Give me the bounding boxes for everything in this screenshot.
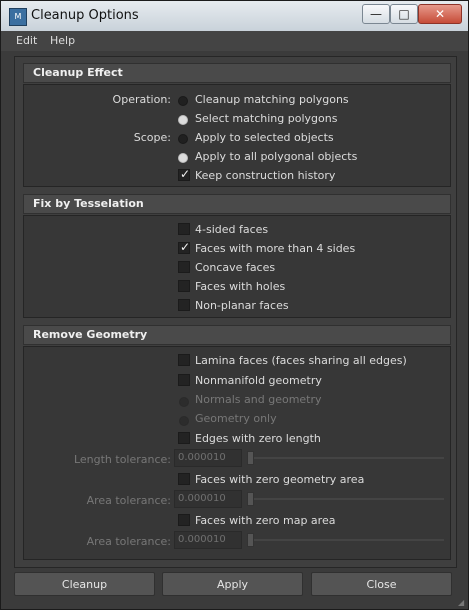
area-tolerance-label: Area tolerance: (86, 494, 171, 507)
action-button-bar: Cleanup Apply Close (14, 572, 455, 596)
resize-grip-icon[interactable]: ◢ (458, 598, 466, 607)
scope-all-radio[interactable] (178, 153, 188, 163)
map-area-tolerance-label: Area tolerance: (86, 535, 171, 548)
maximize-icon: □ (398, 7, 410, 21)
fix-tesselation-header[interactable]: Fix by Tesselation (23, 194, 451, 214)
options-panel: Cleanup Effect Operation: Cleanup matchi… (14, 56, 457, 568)
faces-zero-geo-checkbox[interactable] (178, 473, 190, 485)
close-button[interactable]: Close (311, 572, 452, 596)
faces-holes-checkbox[interactable] (178, 280, 190, 292)
operation-select-label: Select matching polygons (195, 112, 338, 125)
length-tolerance-label: Length tolerance: (73, 453, 171, 466)
keep-history-label: Keep construction history (195, 169, 336, 182)
edges-zero-checkbox[interactable] (178, 432, 190, 444)
maximize-button[interactable]: □ (390, 4, 418, 24)
menu-item-edit[interactable]: Edit (16, 34, 37, 47)
area-slider-handle[interactable] (247, 492, 254, 506)
lamina-label: Lamina faces (faces sharing all edges) (195, 354, 407, 367)
operation-label: Operation: (112, 93, 171, 106)
length-tolerance-input[interactable]: 0.000010 (174, 449, 242, 467)
window-title: Cleanup Options (31, 8, 139, 23)
area-tolerance-input[interactable]: 0.000010 (174, 490, 242, 508)
normals-geometry-radio[interactable] (179, 397, 189, 407)
cleanup-effect-title: Cleanup Effect (33, 66, 123, 79)
normals-geometry-label: Normals and geometry (195, 393, 322, 406)
operation-cleanup-label: Cleanup matching polygons (195, 93, 349, 106)
remove-geometry-body: Lamina faces (faces sharing all edges) N… (23, 346, 451, 560)
remove-geometry-header[interactable]: Remove Geometry (23, 325, 451, 345)
operation-select-radio[interactable] (178, 115, 188, 125)
apply-button[interactable]: Apply (162, 572, 303, 596)
nonplanar-checkbox[interactable] (178, 299, 190, 311)
nonplanar-label: Non-planar faces (195, 299, 289, 312)
fix-tesselation-title: Fix by Tesselation (33, 197, 144, 210)
four-sided-label: 4-sided faces (195, 223, 269, 236)
geometry-only-label: Geometry only (195, 412, 277, 425)
scope-label: Scope: (133, 131, 171, 144)
geometry-only-radio[interactable] (179, 416, 189, 426)
cleanup-effect-body: Operation: Cleanup matching polygons Sel… (23, 84, 451, 187)
faces-zero-map-label: Faces with zero map area (195, 514, 336, 527)
concave-faces-checkbox[interactable] (178, 261, 190, 273)
close-window-button[interactable]: ✕ (418, 4, 462, 24)
area-tolerance-slider[interactable] (250, 498, 444, 500)
cleanup-button[interactable]: Cleanup (14, 572, 155, 596)
check-icon: ✓ (180, 240, 191, 254)
length-slider-handle[interactable] (247, 451, 254, 465)
fix-tesselation-body: 4-sided faces ✓ Faces with more than 4 s… (23, 215, 451, 318)
scope-selected-radio[interactable] (178, 134, 188, 144)
more-than-four-checkbox[interactable]: ✓ (178, 240, 191, 254)
scope-selected-label: Apply to selected objects (195, 131, 334, 144)
four-sided-checkbox[interactable] (178, 223, 190, 235)
lamina-checkbox[interactable] (178, 354, 190, 366)
cleanup-options-window: M Cleanup Options — □ ✕ Edit Help Cleanu… (0, 0, 469, 610)
edges-zero-label: Edges with zero length (195, 432, 321, 445)
map-area-slider-handle[interactable] (247, 533, 254, 547)
scope-all-label: Apply to all polygonal objects (195, 150, 358, 163)
faces-zero-geo-label: Faces with zero geometry area (195, 473, 365, 486)
concave-faces-label: Concave faces (195, 261, 276, 274)
faces-zero-map-checkbox[interactable] (178, 514, 190, 526)
map-area-tolerance-input[interactable]: 0.000010 (174, 531, 242, 549)
minimize-icon: — (370, 7, 382, 21)
nonmanifold-checkbox[interactable] (178, 374, 190, 386)
maya-app-icon: M (9, 8, 27, 26)
map-area-tolerance-slider[interactable] (250, 539, 444, 541)
operation-cleanup-radio[interactable] (178, 96, 188, 106)
minimize-button[interactable]: — (362, 4, 390, 24)
menu-item-help[interactable]: Help (50, 34, 75, 47)
cleanup-effect-header[interactable]: Cleanup Effect (23, 63, 451, 83)
faces-holes-label: Faces with holes (195, 280, 286, 293)
length-tolerance-slider[interactable] (250, 457, 444, 459)
close-icon: ✕ (434, 7, 446, 21)
title-bar[interactable]: M Cleanup Options — □ ✕ (1, 1, 468, 31)
menu-bar: Edit Help (1, 31, 468, 51)
check-icon: ✓ (180, 167, 191, 181)
more-than-four-label: Faces with more than 4 sides (195, 242, 356, 255)
keep-history-checkbox[interactable]: ✓ (178, 167, 191, 181)
nonmanifold-label: Nonmanifold geometry (195, 374, 322, 387)
remove-geometry-title: Remove Geometry (33, 328, 148, 341)
